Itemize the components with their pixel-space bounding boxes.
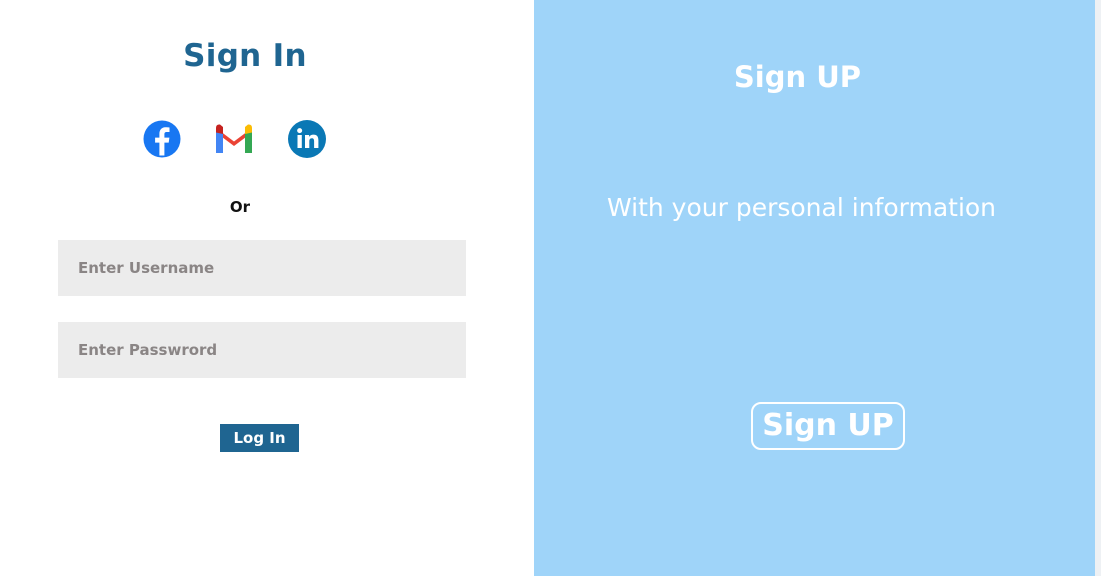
signup-button[interactable]: Sign UP xyxy=(751,402,905,450)
username-input[interactable] xyxy=(58,240,466,296)
gmail-icon[interactable] xyxy=(214,119,254,159)
window-edge xyxy=(1095,0,1101,576)
password-input[interactable] xyxy=(58,322,466,378)
facebook-icon[interactable] xyxy=(142,119,182,159)
or-divider-label: Or xyxy=(229,198,251,216)
linkedin-icon[interactable] xyxy=(287,119,327,159)
login-button[interactable]: Log In xyxy=(220,424,299,452)
auth-page: Sign In Or Log In Sign UP With your pers… xyxy=(0,0,1101,576)
signin-title: Sign In xyxy=(183,38,307,74)
signup-title: Sign UP xyxy=(733,60,862,94)
signup-subtitle: With your personal information xyxy=(606,193,997,222)
